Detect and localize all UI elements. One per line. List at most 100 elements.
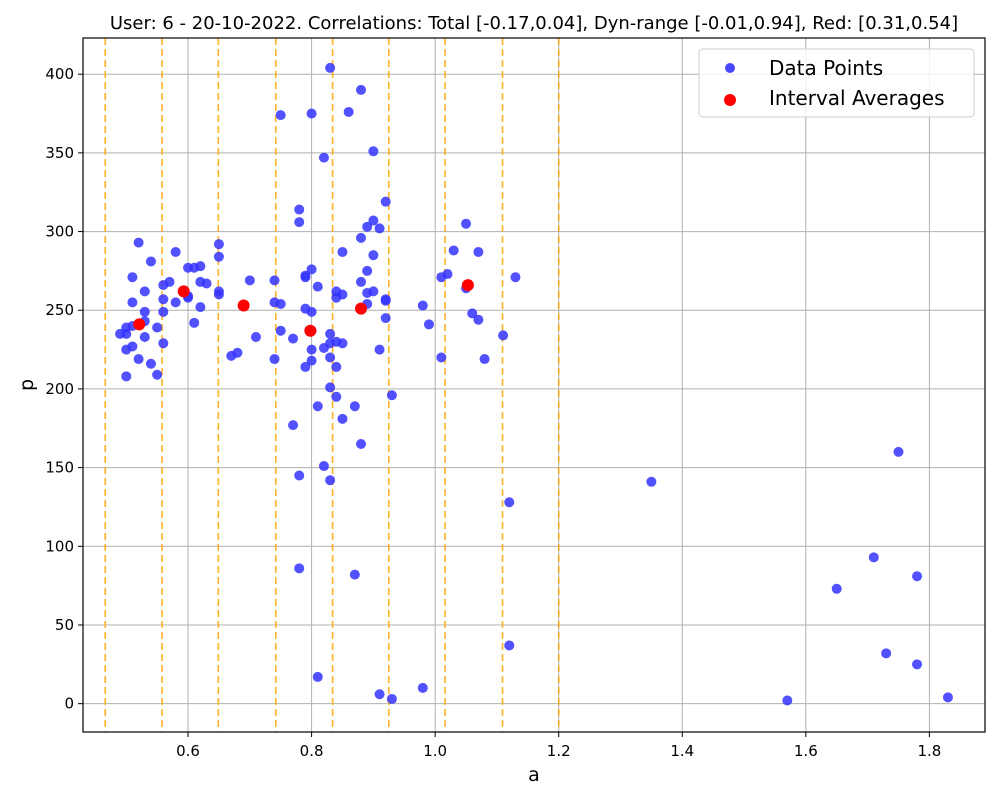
- data-point: [356, 232, 367, 243]
- data-point: [275, 325, 286, 336]
- data-point: [318, 461, 329, 472]
- data-point: [417, 682, 428, 693]
- data-point: [133, 237, 144, 248]
- data-point: [139, 306, 150, 317]
- interval-average-point: [177, 285, 190, 298]
- data-point: [312, 281, 323, 292]
- data-point: [158, 306, 169, 317]
- data-point: [331, 391, 342, 402]
- data-point: [912, 659, 923, 670]
- data-point: [380, 313, 391, 324]
- data-point: [213, 289, 224, 300]
- x-tick-label: 0.8: [300, 742, 324, 760]
- data-point: [325, 62, 336, 73]
- data-point: [942, 692, 953, 703]
- legend-marker-interval-averages: [724, 94, 736, 106]
- data-point: [164, 276, 175, 287]
- x-tick-label: 1.0: [423, 742, 447, 760]
- data-point: [349, 569, 360, 580]
- data-point: [269, 275, 280, 286]
- x-tick-label: 0.6: [176, 742, 200, 760]
- y-axis-ticks: 0 50 100 150 200 250 300 350 400: [45, 65, 83, 713]
- data-point: [121, 371, 132, 382]
- data-point: [306, 306, 317, 317]
- data-point: [170, 297, 181, 308]
- data-point: [145, 358, 156, 369]
- data-point: [337, 289, 348, 300]
- data-point: [127, 341, 138, 352]
- data-point: [294, 563, 305, 574]
- data-point: [325, 328, 336, 339]
- data-point: [201, 278, 212, 289]
- data-point: [121, 328, 132, 339]
- data-point: [244, 275, 255, 286]
- data-point: [337, 338, 348, 349]
- data-point: [436, 352, 447, 363]
- data-point: [213, 239, 224, 250]
- data-point: [374, 344, 385, 355]
- data-point: [417, 300, 428, 311]
- y-tick-label: 50: [55, 616, 74, 634]
- data-point: [337, 247, 348, 258]
- data-point: [782, 695, 793, 706]
- data-point: [312, 671, 323, 682]
- data-point: [145, 256, 156, 267]
- y-tick-label: 250: [45, 301, 74, 319]
- data-points: [115, 62, 953, 706]
- data-point: [479, 354, 490, 365]
- y-tick-label: 400: [45, 65, 74, 83]
- data-point: [380, 196, 391, 207]
- legend-marker-data-points: [725, 63, 735, 73]
- x-tick-label: 1.2: [547, 742, 571, 760]
- data-point: [881, 648, 892, 659]
- data-point: [139, 286, 150, 297]
- data-point: [275, 110, 286, 121]
- data-point: [368, 146, 379, 157]
- data-point: [510, 272, 521, 283]
- y-tick-label: 100: [45, 537, 74, 555]
- data-point: [504, 640, 515, 651]
- data-point: [294, 217, 305, 228]
- data-point: [893, 446, 904, 457]
- y-axis-label: p: [16, 379, 38, 391]
- data-point: [831, 583, 842, 594]
- data-point: [170, 247, 181, 258]
- legend-label-interval-averages: Interval Averages: [769, 86, 945, 110]
- data-point: [325, 475, 336, 486]
- x-tick-label: 1.6: [794, 742, 818, 760]
- data-point: [646, 476, 657, 487]
- scatter-chart: User: 6 - 20-10-2022. Correlations: Tota…: [16, 13, 986, 786]
- data-point: [306, 344, 317, 355]
- data-point: [374, 689, 385, 700]
- data-point: [294, 204, 305, 215]
- data-point: [325, 352, 336, 363]
- data-point: [356, 276, 367, 287]
- x-tick-label: 1.8: [917, 742, 941, 760]
- legend-label-data-points: Data Points: [769, 56, 883, 80]
- data-point: [461, 218, 472, 229]
- data-point: [473, 314, 484, 325]
- x-tick-label: 1.4: [670, 742, 694, 760]
- data-point: [356, 439, 367, 450]
- data-point: [368, 286, 379, 297]
- y-tick-label: 300: [45, 223, 74, 241]
- x-axis-ticks: 0.6 0.8 1.0 1.2 1.4 1.6 1.8: [176, 732, 941, 760]
- data-point: [127, 272, 138, 283]
- data-point: [306, 355, 317, 366]
- chart-title: User: 6 - 20-10-2022. Correlations: Tota…: [110, 13, 958, 34]
- data-point: [158, 294, 169, 305]
- data-point: [152, 369, 163, 380]
- data-point: [195, 302, 206, 313]
- legend: Data Points Interval Averages: [698, 48, 975, 118]
- data-point: [288, 420, 299, 431]
- data-point: [912, 571, 923, 582]
- data-point: [423, 319, 434, 330]
- data-point: [300, 272, 311, 283]
- interval-average-point: [304, 324, 317, 337]
- data-point: [318, 152, 329, 163]
- data-point: [232, 347, 243, 358]
- data-point: [386, 693, 397, 704]
- data-point: [127, 297, 138, 308]
- data-point: [189, 317, 200, 328]
- data-point: [368, 250, 379, 261]
